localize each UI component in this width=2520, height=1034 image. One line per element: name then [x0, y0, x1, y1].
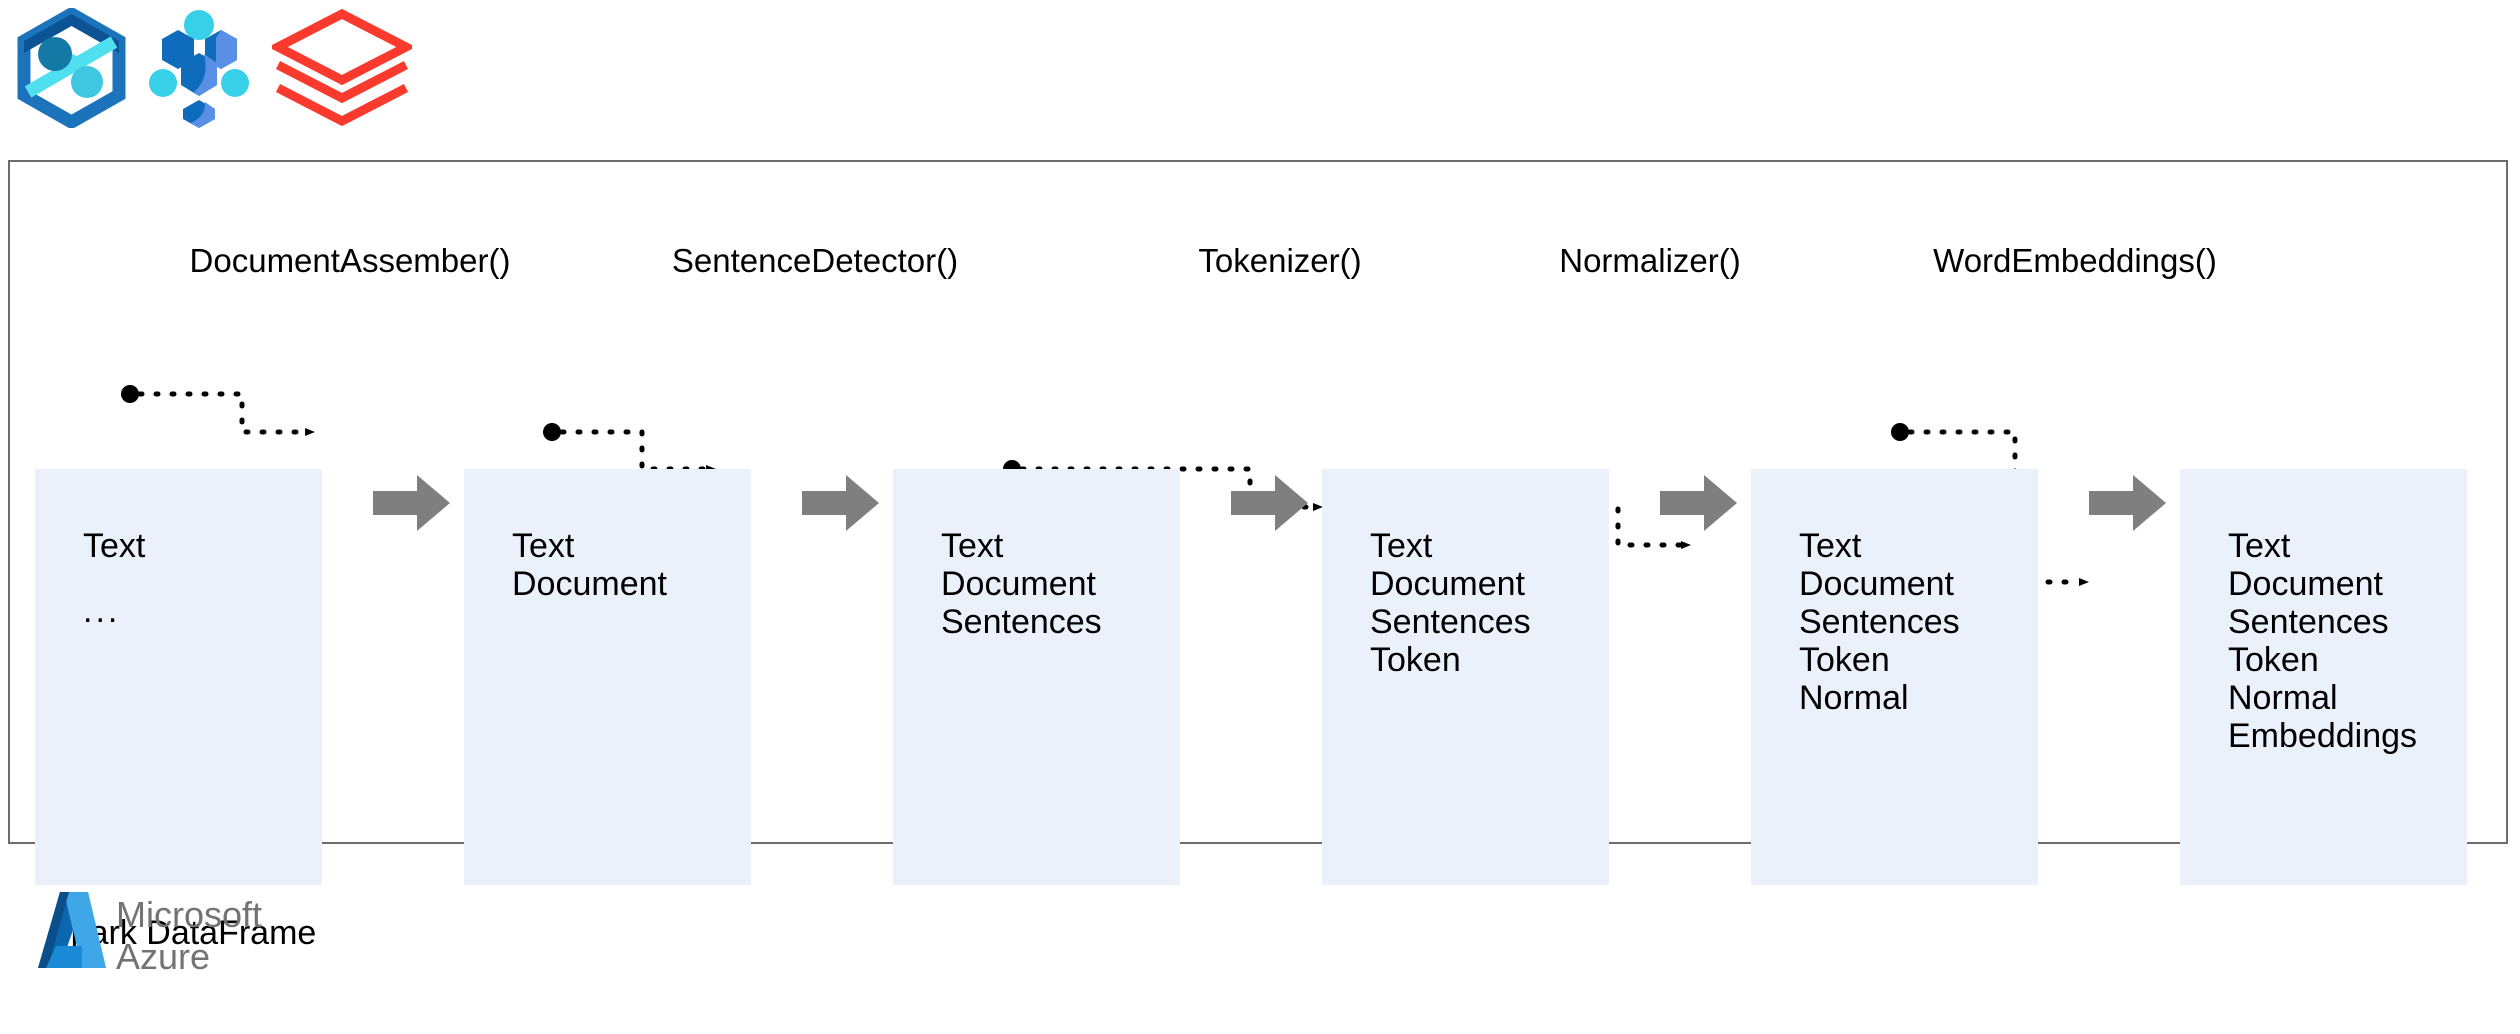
- column-row-label: Document: [1370, 565, 1525, 603]
- product-logo-strip: [14, 8, 434, 133]
- connector-text-to-document: [121, 385, 315, 436]
- azure-machine-learning-logo: [149, 10, 249, 128]
- azure-synapse-analytics-logo: [17, 8, 126, 128]
- column-row-label: Text: [941, 527, 1004, 565]
- connector-document-to-sentences: [543, 423, 716, 473]
- column-row-label: Normal: [2228, 679, 2338, 717]
- column-row-label: Text: [83, 527, 146, 565]
- pipeline-arrow-icon: [2089, 475, 2166, 531]
- dataframe-column-sentence-detector[interactable]: Text Document Sentences: [893, 469, 1180, 885]
- column-row-label: Document: [2228, 565, 2383, 603]
- dataframe-column-word-embeddings[interactable]: Text Document Sentences Token Normal Emb…: [2180, 469, 2467, 885]
- spark-dataframe-pipeline-frame: DocumentAssember() SentenceDetector() To…: [8, 160, 2508, 952]
- azure-a-mark-icon: [38, 892, 106, 968]
- dataframe-column-normalizer[interactable]: Text Document Sentences Token Normal: [1751, 469, 2038, 885]
- spark-nlp-layers-logo: [272, 8, 412, 127]
- column-row-label: Text: [1370, 527, 1433, 565]
- column-row-label: Text: [512, 527, 575, 565]
- azure-wordmark: Microsoft Azure: [116, 894, 262, 978]
- dataframe-column-document-assembler[interactable]: Text Document: [464, 469, 751, 885]
- wordmark-line-azure: Azure: [116, 936, 211, 977]
- column-row-label: Sentences: [1370, 603, 1531, 641]
- column-row-label: Document: [1799, 565, 1954, 603]
- wordmark-line-microsoft: Microsoft: [116, 894, 263, 935]
- pipeline-arrow-icon: [802, 475, 879, 531]
- column-row-label: Document: [941, 565, 1096, 603]
- column-row-label: Text: [1799, 527, 1862, 565]
- column-row-label: Token: [1799, 641, 1890, 679]
- column-row-label: Document: [512, 565, 667, 603]
- column-row-label: Text: [2228, 527, 2291, 565]
- dataframe-column-input[interactable]: Text ...: [35, 469, 322, 885]
- column-row-label: Token: [1370, 641, 1461, 679]
- stage-label-word-embeddings: WordEmbeddings(): [1933, 242, 2217, 279]
- pipeline-arrow-icon: [1660, 475, 1737, 531]
- column-row-label: Sentences: [941, 603, 1102, 641]
- column-row-label: Sentences: [2228, 603, 2389, 641]
- pipeline-arrow-icon: [373, 475, 450, 531]
- stage-label-document-assembler: DocumentAssember(): [189, 242, 511, 279]
- column-row-label: Sentences: [1799, 603, 1960, 641]
- column-row-label: Normal: [1799, 679, 1909, 717]
- column-row-label: Embeddings: [2228, 717, 2418, 755]
- column-row-label: ...: [83, 592, 121, 630]
- microsoft-azure-logo: Microsoft Azure: [36, 890, 336, 1010]
- dataframe-column-tokenizer[interactable]: Text Document Sentences Token: [1322, 469, 1609, 885]
- pipeline-arrow-icon: [1231, 475, 1308, 531]
- stage-label-sentence-detector: SentenceDetector(): [671, 242, 959, 279]
- column-row-label: Token: [2228, 641, 2319, 679]
